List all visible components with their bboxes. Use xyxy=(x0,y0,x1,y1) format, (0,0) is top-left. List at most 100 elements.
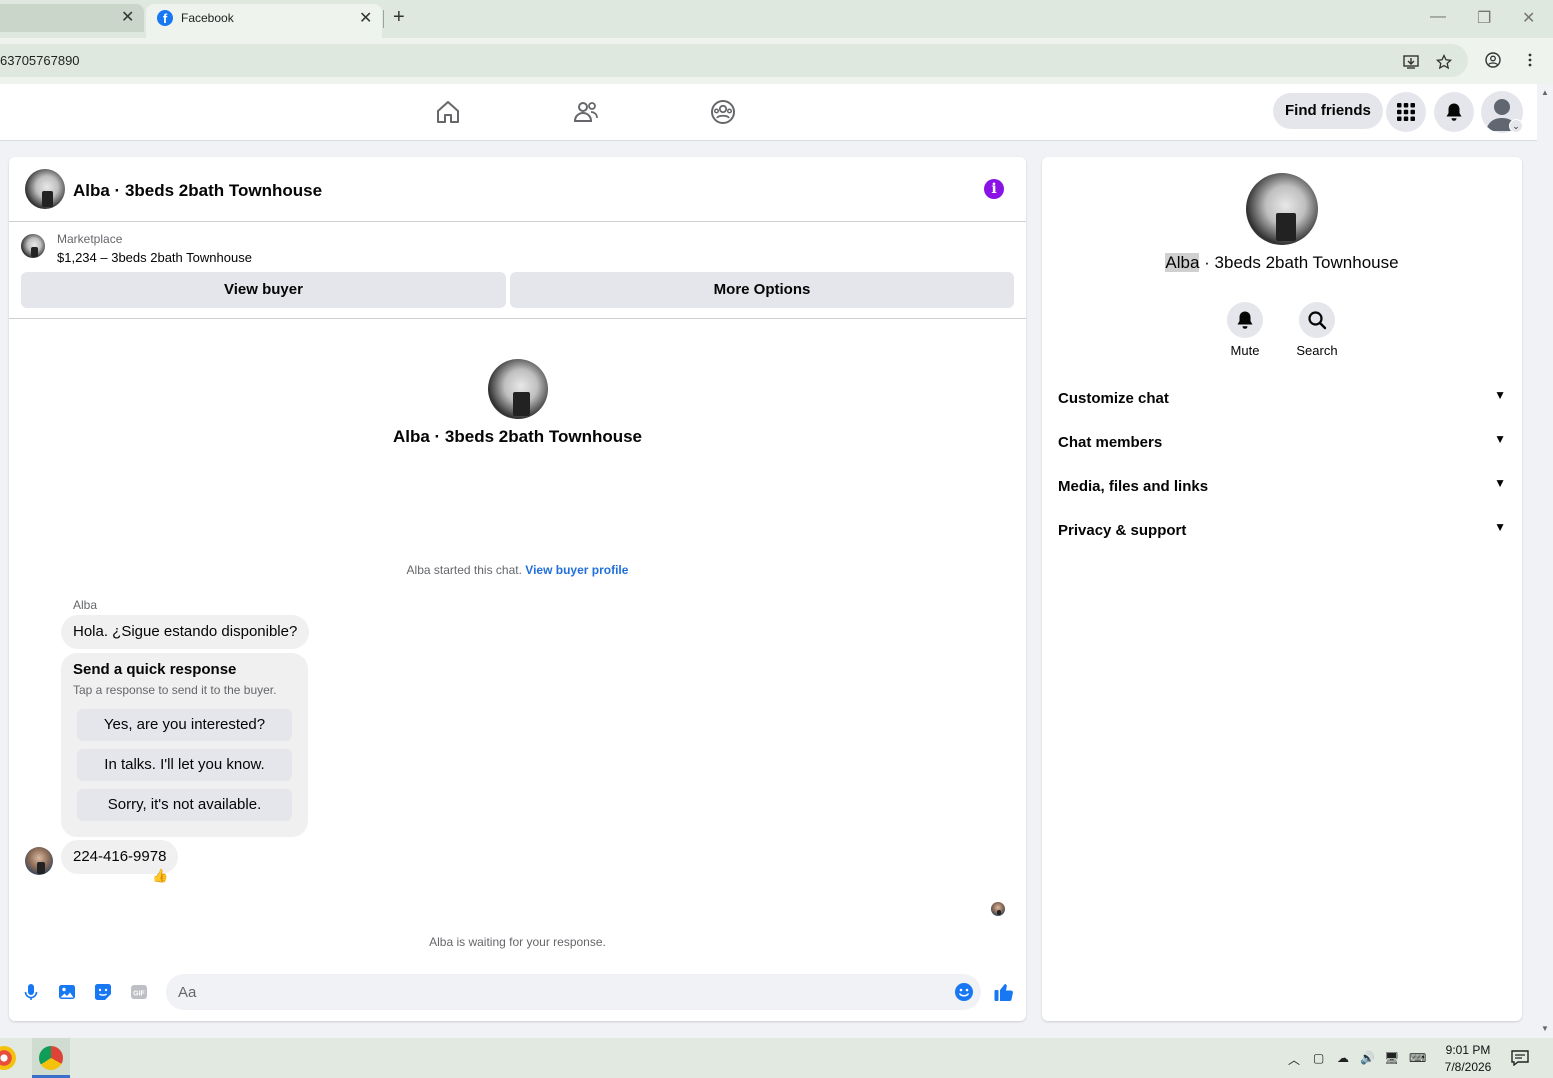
customize-chat-section[interactable]: Customize chat ▼ xyxy=(1058,384,1506,414)
facebook-header: Find friends ⌄ xyxy=(0,84,1537,141)
groups-icon[interactable] xyxy=(710,99,736,125)
network-icon[interactable]: 🖥 xyxy=(1384,1051,1399,1065)
mute-button[interactable] xyxy=(1227,302,1263,338)
find-friends-button[interactable]: Find friends xyxy=(1273,93,1383,129)
emoji-icon[interactable] xyxy=(954,982,974,1002)
read-receipt-avatar xyxy=(991,902,1005,916)
chevron-up-icon[interactable]: ︿ xyxy=(1288,1051,1300,1068)
search-label: Search xyxy=(1296,343,1338,358)
minimize-icon[interactable]: — xyxy=(1430,8,1446,26)
windows-taskbar: ︿ ▢ ☁ 🔊 🖥 ⌨ 9:01 PM 7/8/2026 xyxy=(0,1038,1553,1078)
url-field[interactable]: 63705767890 xyxy=(0,44,1468,77)
sender-avatar[interactable] xyxy=(25,847,53,875)
section-label: Chat members xyxy=(1058,434,1163,451)
clock-date: 7/8/2026 xyxy=(1444,1060,1492,1074)
microphone-icon[interactable] xyxy=(21,982,41,1002)
info-name: Alba · 3beds 2bath Townhouse xyxy=(1042,253,1522,273)
notification-center-icon[interactable] xyxy=(1511,1050,1529,1066)
menu-grid-button[interactable] xyxy=(1386,92,1426,132)
conversation-name: Alba · 3beds 2bath Townhouse xyxy=(392,427,643,446)
header-divider xyxy=(9,221,1026,222)
browser-tab-bar: ✕ f Facebook ✕ + — ❐ ✕ xyxy=(0,0,1553,38)
chevron-down-icon: ▼ xyxy=(1494,476,1506,490)
keyboard-icon[interactable]: ⌨ xyxy=(1409,1051,1426,1065)
waiting-notice: Alba is waiting for your response. xyxy=(429,935,606,949)
view-buyer-profile-link[interactable]: View buyer profile xyxy=(525,563,628,577)
url-text: 63705767890 xyxy=(0,53,80,68)
sticker-icon[interactable] xyxy=(93,982,113,1002)
message-input[interactable]: Aa xyxy=(166,974,981,1010)
inactive-tab[interactable]: ✕ xyxy=(0,4,144,32)
info-name-highlight: Alba xyxy=(1165,253,1200,272)
browser-menu-icon[interactable] xyxy=(1522,52,1538,68)
marketplace-label: Marketplace xyxy=(57,232,123,246)
bookmark-star-icon[interactable] xyxy=(1436,54,1452,70)
chat-avatar[interactable] xyxy=(25,169,65,209)
tab-facebook[interactable]: f Facebook ✕ xyxy=(146,4,382,38)
page-scrollbar[interactable]: ▲ ▼ xyxy=(1537,84,1553,1038)
listing-title[interactable]: $1,234 – 3beds 2bath Townhouse xyxy=(57,250,252,265)
message-bubble[interactable]: Hola. ¿Sigue estando disponible? xyxy=(61,615,310,649)
quick-response-option[interactable]: Yes, are you interested? xyxy=(77,709,292,741)
system-clock[interactable]: 9:01 PM 7/8/2026 xyxy=(1430,1042,1506,1076)
notifications-button[interactable] xyxy=(1434,92,1474,132)
media-files-links-section[interactable]: Media, files and links ▼ xyxy=(1058,472,1506,502)
gif-icon[interactable]: GIF xyxy=(129,982,149,1002)
info-name-rest: · 3beds 2bath Townhouse xyxy=(1199,253,1399,272)
scroll-down-icon[interactable]: ▼ xyxy=(1541,1024,1549,1033)
search-icon xyxy=(1308,311,1327,330)
mute-label: Mute xyxy=(1230,343,1260,358)
more-options-button[interactable]: More Options xyxy=(510,272,1014,308)
new-tab-button[interactable]: + xyxy=(393,6,405,29)
info-avatar[interactable] xyxy=(1246,173,1318,245)
view-buyer-button[interactable]: View buyer xyxy=(21,272,506,308)
scroll-up-icon[interactable]: ▲ xyxy=(1541,88,1549,97)
bell-icon xyxy=(1237,311,1253,329)
tab-close-icon[interactable]: ✕ xyxy=(121,10,134,26)
quick-response-subtitle: Tap a response to send it to the buyer. xyxy=(73,683,277,697)
chat-panel: Alba · 3beds 2bath Townhouse i Marketpla… xyxy=(9,157,1026,1021)
info-icon[interactable]: i xyxy=(984,179,1004,199)
section-label: Media, files and links xyxy=(1058,478,1209,495)
quick-response-option[interactable]: In talks. I'll let you know. xyxy=(77,749,292,781)
photo-icon[interactable] xyxy=(57,982,77,1002)
conversation-info-panel: Alba · 3beds 2bath Townhouse Mute Search… xyxy=(1042,157,1522,1021)
taskbar-app-icon[interactable] xyxy=(0,1046,16,1070)
section-label: Customize chat xyxy=(1058,390,1169,407)
chevron-down-icon: ▼ xyxy=(1494,432,1506,446)
facebook-favicon-icon: f xyxy=(157,10,173,26)
volume-icon[interactable]: 🔊 xyxy=(1360,1051,1375,1065)
quick-response-title: Send a quick response xyxy=(73,661,237,678)
listing-thumbnail[interactable] xyxy=(21,234,45,258)
tab-separator xyxy=(383,10,384,28)
tab-close-icon[interactable]: ✕ xyxy=(359,11,372,27)
quick-response-card: Send a quick response Tap a response to … xyxy=(61,653,308,837)
privacy-support-section[interactable]: Privacy & support ▼ xyxy=(1058,516,1506,546)
listing-divider xyxy=(9,318,1026,319)
section-label: Privacy & support xyxy=(1058,522,1187,539)
search-button[interactable] xyxy=(1299,302,1335,338)
thumbs-up-reaction[interactable]: 👍 xyxy=(152,868,168,884)
restore-icon[interactable]: ❐ xyxy=(1477,8,1491,28)
message-input-placeholder: Aa xyxy=(178,984,197,1001)
started-text: Alba started this chat. xyxy=(406,563,522,577)
svg-text:GIF: GIF xyxy=(133,991,145,998)
meet-now-icon[interactable]: ▢ xyxy=(1313,1051,1324,1065)
friends-icon[interactable] xyxy=(573,99,599,125)
close-window-icon[interactable]: ✕ xyxy=(1522,8,1535,28)
chevron-down-icon: ▼ xyxy=(1494,388,1506,402)
taskbar-chrome-slot[interactable] xyxy=(32,1038,70,1078)
install-app-icon[interactable] xyxy=(1403,54,1419,70)
sender-name: Alba xyxy=(73,598,98,612)
chevron-down-icon: ▼ xyxy=(1494,520,1506,534)
browser-profile-icon[interactable] xyxy=(1485,52,1501,68)
grid-icon xyxy=(1397,103,1415,121)
home-icon[interactable] xyxy=(435,99,461,125)
thumbs-up-icon[interactable] xyxy=(993,981,1015,1003)
quick-response-option[interactable]: Sorry, it's not available. xyxy=(77,789,292,821)
chat-started-notice: Alba started this chat. View buyer profi… xyxy=(9,563,1026,577)
chevron-down-icon[interactable]: ⌄ xyxy=(1509,119,1523,133)
chat-title[interactable]: Alba · 3beds 2bath Townhouse xyxy=(73,181,322,201)
onedrive-icon[interactable]: ☁ xyxy=(1337,1051,1349,1065)
chat-members-section[interactable]: Chat members ▼ xyxy=(1058,428,1506,458)
